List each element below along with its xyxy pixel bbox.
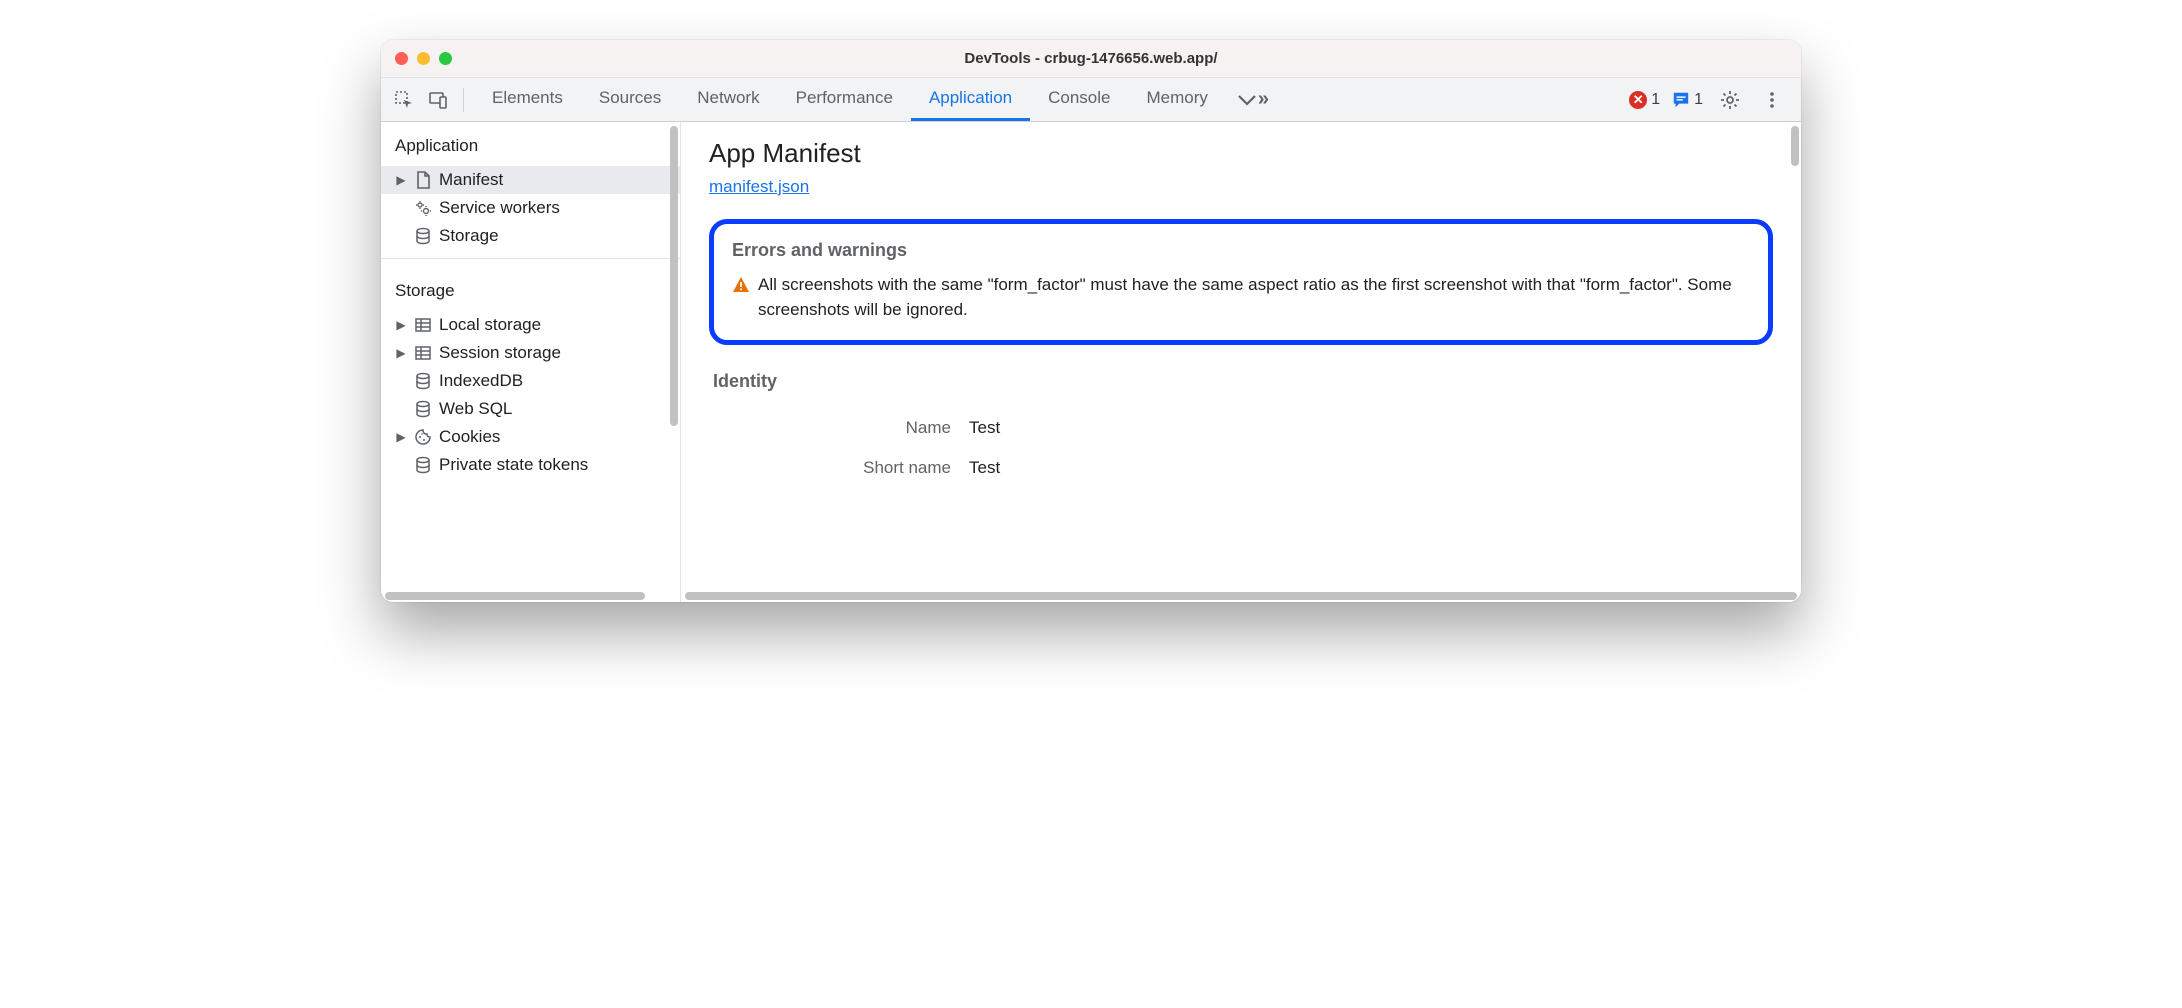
sidebar-item-label: Private state tokens	[439, 455, 588, 475]
sidebar-item-label: Local storage	[439, 315, 541, 335]
errors-badge[interactable]: ✕ 1	[1629, 91, 1660, 109]
database-icon	[413, 371, 433, 391]
manifest-panel: App Manifest manifest.json Errors and wa…	[681, 122, 1801, 602]
sidebar-item-label: Cookies	[439, 427, 500, 447]
message-count: 1	[1694, 91, 1703, 109]
kv-label: Short name	[709, 458, 969, 478]
close-window-button[interactable]	[395, 52, 408, 65]
table-icon	[413, 343, 433, 363]
sidebar-item-label: Web SQL	[439, 399, 512, 419]
sidebar-item-storage[interactable]: ▶ Storage	[381, 222, 680, 250]
cookie-icon	[413, 427, 433, 447]
manifest-link[interactable]: manifest.json	[709, 177, 809, 196]
messages-badge[interactable]: 1	[1672, 91, 1703, 109]
chevrons-right-icon: »	[1258, 88, 1269, 111]
identity-row-shortname: Short name Test	[709, 448, 1773, 488]
warning-icon	[732, 276, 750, 294]
sidebar-item-websql[interactable]: ▶ Web SQL	[381, 395, 680, 423]
expand-caret-icon: ▶	[395, 430, 407, 444]
sidebar-item-indexeddb[interactable]: ▶ IndexedDB	[381, 367, 680, 395]
sidebar-section-application: Application	[381, 122, 680, 166]
application-sidebar: Application ▶ Manifest ▶ Service workers…	[381, 122, 681, 602]
tab-application[interactable]: Application	[911, 78, 1030, 121]
error-icon: ✕	[1629, 91, 1647, 109]
devtools-toolbar: Elements Sources Network Performance App…	[381, 78, 1801, 122]
errors-heading: Errors and warnings	[732, 240, 1750, 261]
warning-row: All screenshots with the same "form_fact…	[732, 273, 1750, 322]
sidebar-scrollbar[interactable]	[670, 126, 678, 426]
error-count: 1	[1651, 91, 1660, 109]
table-icon	[413, 315, 433, 335]
expand-caret-icon: ▶	[395, 346, 407, 360]
zoom-window-button[interactable]	[439, 52, 452, 65]
sidebar-item-cookies[interactable]: ▶ Cookies	[381, 423, 680, 451]
status-badges: ✕ 1 1	[1629, 85, 1793, 115]
identity-heading: Identity	[713, 371, 1769, 392]
expand-caret-icon: ▶	[395, 173, 407, 187]
sidebar-hscroll[interactable]	[381, 590, 680, 602]
kebab-menu-icon[interactable]	[1757, 85, 1787, 115]
main-hscroll[interactable]	[681, 590, 1801, 602]
titlebar: DevTools - crbug-1476656.web.app/	[381, 40, 1801, 78]
sidebar-item-label: Manifest	[439, 170, 503, 190]
main-scrollbar[interactable]	[1791, 126, 1799, 166]
sidebar-item-private-state-tokens[interactable]: ▶ Private state tokens	[381, 451, 680, 479]
panel-body: Application ▶ Manifest ▶ Service workers…	[381, 122, 1801, 602]
kv-label: Name	[709, 418, 969, 438]
database-icon	[413, 226, 433, 246]
tab-memory[interactable]: Memory	[1128, 78, 1225, 121]
sidebar-item-label: IndexedDB	[439, 371, 523, 391]
device-toggle-icon[interactable]	[423, 85, 453, 115]
tab-sources[interactable]: Sources	[581, 78, 679, 121]
sidebar-item-service-workers[interactable]: ▶ Service workers	[381, 194, 680, 222]
warning-text: All screenshots with the same "form_fact…	[758, 273, 1750, 322]
page-title: App Manifest	[709, 138, 1773, 169]
kv-value: Test	[969, 458, 1000, 478]
database-icon	[413, 455, 433, 475]
sidebar-item-label: Service workers	[439, 198, 560, 218]
sidebar-item-label: Storage	[439, 226, 499, 246]
panel-tabs: Elements Sources Network Performance App…	[474, 78, 1279, 121]
traffic-lights	[381, 52, 452, 65]
identity-row-name: Name Test	[709, 408, 1773, 448]
gears-icon	[413, 198, 433, 218]
settings-icon[interactable]	[1715, 85, 1745, 115]
more-tabs-button[interactable]: »	[1226, 78, 1279, 121]
tab-console[interactable]: Console	[1030, 78, 1128, 121]
file-icon	[413, 170, 433, 190]
kv-value: Test	[969, 418, 1000, 438]
toolbar-divider	[463, 88, 464, 112]
message-icon	[1672, 91, 1690, 109]
tab-network[interactable]: Network	[679, 78, 777, 121]
minimize-window-button[interactable]	[417, 52, 430, 65]
devtools-window: DevTools - crbug-1476656.web.app/ Elemen…	[381, 40, 1801, 602]
sidebar-section-storage: Storage	[381, 267, 680, 311]
sidebar-item-label: Session storage	[439, 343, 561, 363]
database-icon	[413, 399, 433, 419]
tab-elements[interactable]: Elements	[474, 78, 581, 121]
inspect-element-icon[interactable]	[389, 85, 419, 115]
expand-caret-icon: ▶	[395, 318, 407, 332]
sidebar-item-manifest[interactable]: ▶ Manifest	[381, 166, 680, 194]
tab-performance[interactable]: Performance	[778, 78, 911, 121]
errors-warnings-section: Errors and warnings All screenshots with…	[709, 219, 1773, 345]
sidebar-divider	[381, 258, 680, 259]
sidebar-item-session-storage[interactable]: ▶ Session storage	[381, 339, 680, 367]
sidebar-item-local-storage[interactable]: ▶ Local storage	[381, 311, 680, 339]
window-title: DevTools - crbug-1476656.web.app/	[381, 50, 1801, 67]
